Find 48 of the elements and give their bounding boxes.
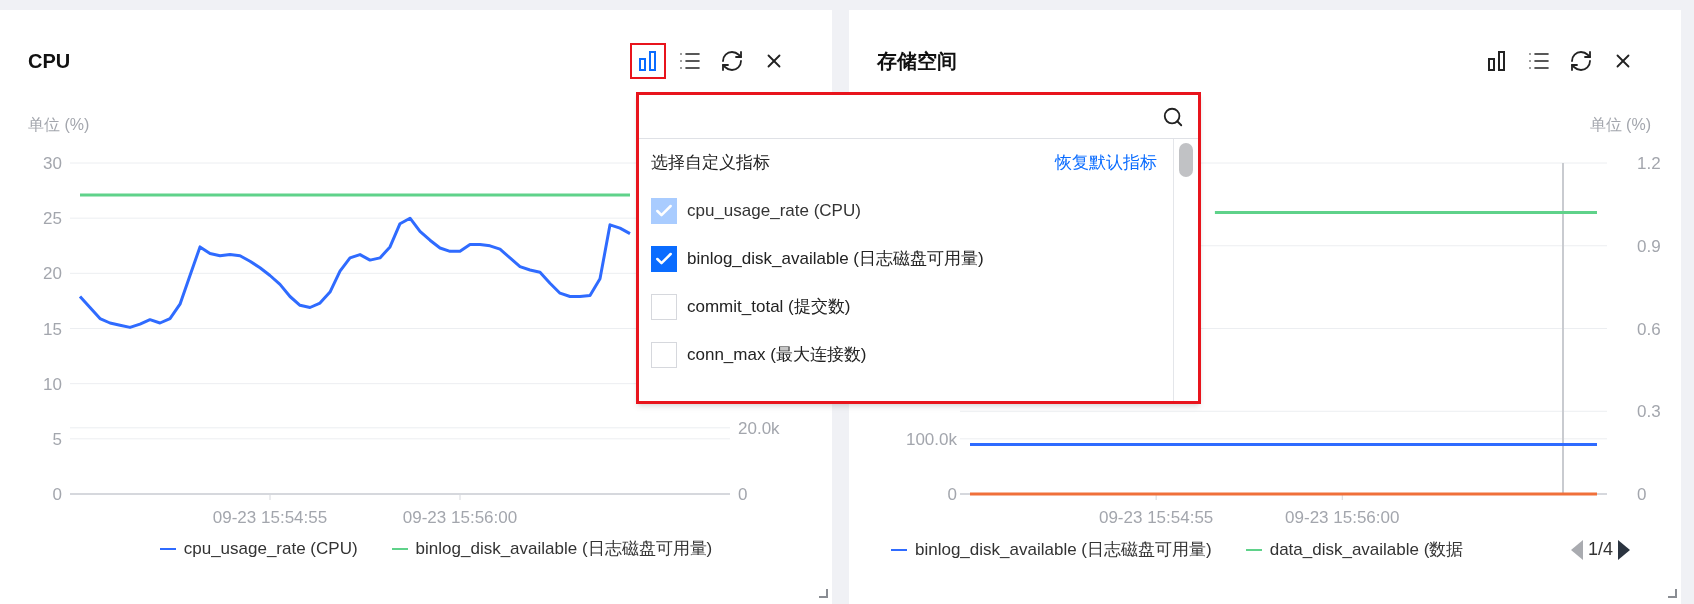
axis-tick-label: 15 xyxy=(43,319,62,339)
axis-tick-label: 0 xyxy=(738,485,748,504)
axis-tick-label: 20 xyxy=(43,264,62,284)
legend-label[interactable]: cpu_usage_rate (CPU) xyxy=(183,536,358,562)
refresh-icon xyxy=(720,49,744,73)
axis-tick-label: 09-23 15:54:55 xyxy=(212,508,328,527)
bar-chart-icon xyxy=(1487,50,1507,72)
refresh-icon xyxy=(1569,49,1593,73)
axis-tick-label: 0 xyxy=(52,485,62,504)
axis-tick-label: 0.3 xyxy=(1637,402,1661,422)
axis-tick-label: 5 xyxy=(52,429,62,449)
panel-title: 存储空间 xyxy=(877,49,957,74)
page-indicator: 1/4 xyxy=(1587,538,1613,561)
metric-option[interactable]: commit_total (提交数) xyxy=(651,283,1157,331)
legend-swatch xyxy=(1245,548,1262,551)
axis-tick-label: 0.6 xyxy=(1637,319,1661,339)
metric-option[interactable]: conn_max (最大连接数) xyxy=(651,331,1157,379)
panel-title: CPU xyxy=(28,49,71,74)
unit-label: 单位 (%) xyxy=(28,116,90,133)
popup-heading: 选择自定义指标 xyxy=(651,152,770,175)
axis-tick-label: 09-23 15:54:55 xyxy=(1098,508,1214,527)
axis-tick-label: 09-23 15:56:00 xyxy=(402,508,518,527)
axis-tick-label: 100.0k xyxy=(905,429,957,449)
axis-tick-label: 25 xyxy=(43,209,62,229)
metric-option[interactable]: binlog_disk_available (日志磁盘可用量) xyxy=(651,235,1157,283)
scrollbar-thumb[interactable] xyxy=(1179,143,1193,177)
axis-tick-label: 0 xyxy=(947,485,957,504)
legend-swatch xyxy=(391,547,408,550)
axis-tick-label: 0.9 xyxy=(1637,236,1661,256)
legend-label[interactable]: binlog_disk_available (日志磁盘可用量) xyxy=(915,536,1212,563)
unit-label: 单位 (%) xyxy=(1589,116,1651,133)
resize-handle-icon[interactable] xyxy=(818,588,828,598)
legend-swatch xyxy=(159,547,176,550)
axis-tick-label: 09-23 15:56:00 xyxy=(1285,508,1400,527)
legend-label[interactable]: data_disk_available (数据 xyxy=(1269,536,1464,563)
axis-tick-label: 1.2 xyxy=(1637,154,1661,173)
legend-swatch xyxy=(891,548,907,551)
checkbox[interactable] xyxy=(651,246,677,272)
next-page-icon[interactable] xyxy=(1617,538,1631,561)
axis-tick-label: 10 xyxy=(43,374,62,394)
axis-tick-label: 0 xyxy=(1637,485,1647,504)
axis-tick-label: 30 xyxy=(43,154,62,173)
reset-default-link[interactable]: 恢复默认指标 xyxy=(1055,150,1157,176)
resize-handle-icon[interactable] xyxy=(1667,588,1677,598)
search-icon xyxy=(1162,105,1184,128)
axis-tick-label: 20.0k xyxy=(738,418,780,438)
bar-chart-icon xyxy=(638,50,658,72)
legend-label[interactable]: binlog_disk_available (日志磁盘可用量) xyxy=(415,536,713,562)
